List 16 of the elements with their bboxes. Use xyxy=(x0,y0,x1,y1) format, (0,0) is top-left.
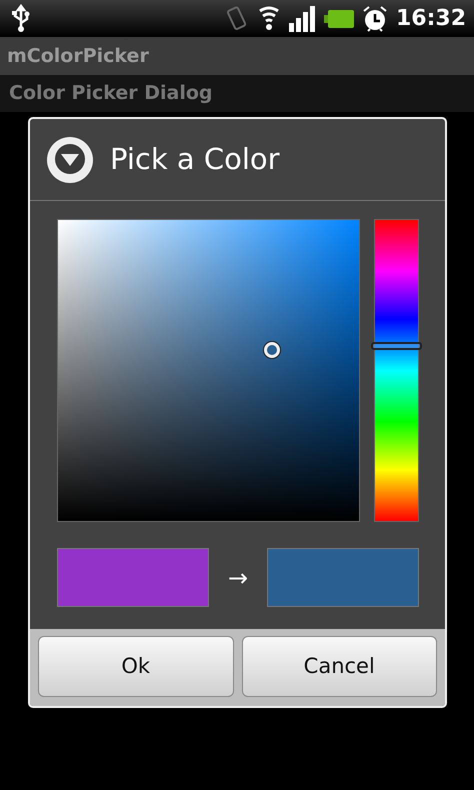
hue-slider[interactable] xyxy=(374,219,419,522)
dialog-title: Pick a Color xyxy=(110,140,280,178)
signal-icon xyxy=(288,4,316,32)
saturation-value-field[interactable] xyxy=(57,219,360,522)
wifi-icon xyxy=(258,4,280,32)
list-header: Color Picker Dialog xyxy=(9,81,213,106)
cancel-button[interactable]: Cancel xyxy=(242,636,437,697)
clock: 16:32 xyxy=(396,5,466,33)
ok-button[interactable]: Ok xyxy=(38,636,234,697)
dropdown-icon xyxy=(46,136,94,184)
color-cursor[interactable] xyxy=(264,342,280,358)
arrow: → xyxy=(228,562,248,594)
battery-icon xyxy=(324,8,354,28)
alarm-icon xyxy=(362,4,388,32)
hue-thumb[interactable] xyxy=(371,342,422,350)
app-title: mColorPicker xyxy=(7,44,149,69)
